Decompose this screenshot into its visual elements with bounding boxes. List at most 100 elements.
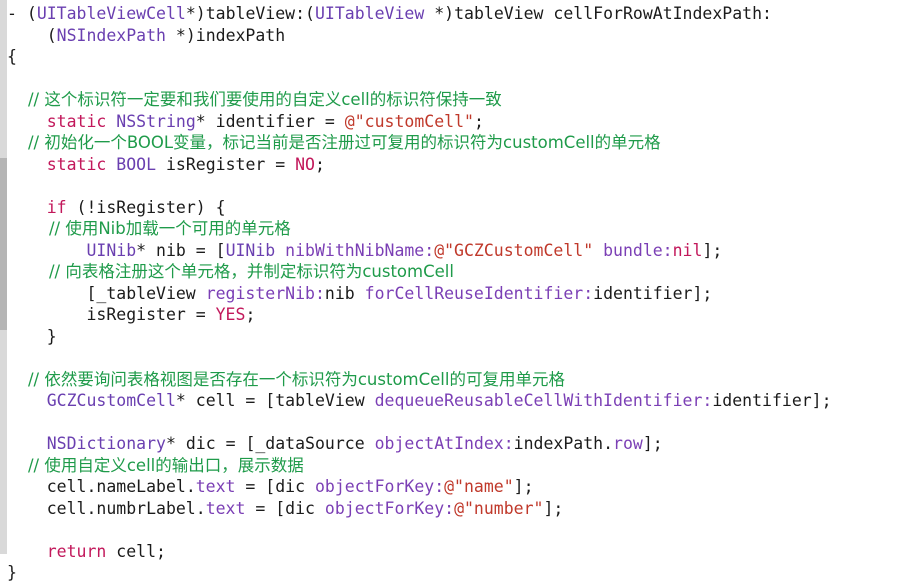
code-token-plain: [ — [7, 283, 97, 303]
code-token-selector: text — [195, 477, 236, 496]
code-token-plain: ]; — [543, 498, 564, 518]
code-token-string: @"customCell" — [344, 111, 474, 131]
code-line: if (!isRegister) { — [7, 197, 920, 219]
code-token-plain: ]; — [702, 240, 723, 260]
code-token-plain: ]; — [513, 477, 534, 496]
code-line: } — [7, 326, 920, 348]
code-text-area[interactable]: - (UITableViewCell*)tableView:(UITableVi… — [7, 0, 920, 582]
code-token-plain: indexPath — [195, 25, 286, 45]
code-token-selector: forCellReuseIdentifier: — [364, 283, 594, 303]
code-line: // 依然要询问表格视图是否存在一个标识符为customCell的可复用单元格 — [7, 369, 920, 391]
code-token-plain: tableView:( — [205, 4, 315, 23]
code-token-selector: objectForKey: — [324, 498, 455, 518]
code-line: UINib* nib = [UINib nibWithNibName:@"GCZ… — [7, 240, 920, 262]
code-line: return cell; — [7, 541, 920, 563]
code-token-plain: = [dic — [235, 477, 315, 496]
code-token-string: @"number" — [454, 498, 544, 518]
code-token-plain: cell. — [7, 477, 97, 496]
code-token-plain: identifier]; — [712, 391, 832, 410]
code-token-plain: ( — [7, 25, 57, 45]
code-token-string: @"name" — [444, 477, 514, 496]
code-line: static BOOL isRegister = NO; — [7, 154, 920, 176]
code-line: // 向表格注册这个单元格，并制定标识符为customCell — [7, 261, 920, 283]
code-line: // 使用自定义cell的输出口，展示数据 — [7, 455, 920, 477]
code-token-plain: isRegister = — [156, 154, 296, 174]
code-line: - (UITableViewCell*)tableView:(UITableVi… — [7, 3, 920, 25]
code-line: cell.nameLabel.text = [dic objectForKey:… — [7, 476, 920, 498]
code-token-plain: indexPath. — [513, 434, 614, 453]
code-line: // 这个标识符一定要和我们要使用的自定义cell的标识符保持一致 — [7, 89, 920, 111]
code-token-plain: * nib = [ — [136, 240, 226, 260]
code-token-plain: ; — [245, 305, 256, 324]
code-token-keyword: if — [46, 197, 67, 217]
code-token-plain: * dic = [ — [165, 434, 256, 453]
code-token-plain: (!isRegister) { — [66, 197, 226, 217]
code-token-plain: ; — [315, 154, 325, 174]
code-token-plain: - — [7, 4, 17, 23]
code-token-property: numbrLabel — [96, 498, 196, 518]
code-line: // 初始化一个BOOL变量，标记当前是否注册过可复用的标识符为customCe… — [7, 132, 920, 154]
code-token-comment: // 使用自定义cell的输出口，展示数据 — [7, 455, 304, 475]
code-line: // 使用Nib加载一个可用的单元格 — [7, 218, 920, 240]
code-line: static NSString* identifier = @"customCe… — [7, 111, 920, 133]
code-token-keyword: static — [46, 111, 107, 131]
code-token-plain: isRegister = — [7, 305, 216, 324]
code-token-property: _dataSource — [255, 434, 365, 453]
code-editor: - (UITableViewCell*)tableView:(UITableVi… — [0, 0, 920, 582]
code-line: cell.numbrLabel.text = [dic objectForKey… — [7, 498, 920, 520]
code-token-comment: // 初始化一个BOOL变量，标记当前是否注册过可复用的标识符为customCe… — [7, 133, 661, 152]
code-token-plain: ; — [473, 111, 484, 131]
code-token-plain: * identifier = — [195, 111, 345, 131]
code-token-class: UITableView — [314, 4, 425, 23]
code-token-keyword: nil — [672, 240, 703, 260]
code-line: GCZCustomCell* cell = [tableView dequeue… — [7, 390, 920, 412]
code-token-plain: { — [7, 47, 17, 66]
code-token-comment: // 使用Nib加载一个可用的单元格 — [7, 219, 291, 238]
code-line: isRegister = YES; — [7, 304, 920, 326]
code-token-plain: . — [195, 498, 206, 518]
code-token-class: NSIndexPath — [56, 25, 166, 45]
code-token-plain: = [dic — [245, 498, 325, 518]
code-token-plain: *) — [424, 4, 455, 23]
code-token-plain: } — [7, 326, 57, 346]
code-token-selector: registerNib: — [205, 283, 325, 303]
code-token-comment: // 这个标识符一定要和我们要使用的自定义cell的标识符保持一致 — [7, 90, 502, 109]
code-token-plain: ( — [16, 4, 37, 23]
code-token-plain: * cell = [tableView — [175, 391, 375, 410]
code-token-plain: nib — [324, 283, 365, 303]
vertical-scrollbar-track[interactable] — [0, 0, 7, 554]
code-token-plain: *) — [185, 4, 206, 23]
code-token-plain: ]; — [642, 434, 663, 453]
vertical-scrollbar-thumb[interactable] — [0, 158, 7, 330]
code-token-class: BOOL — [116, 154, 157, 174]
code-token-keyword: return — [46, 541, 107, 561]
code-token-selector: bundle: — [603, 240, 673, 260]
code-token-class: GCZCustomCell — [46, 391, 176, 410]
code-token-property: _tableView — [96, 283, 196, 303]
code-token-keyword: NO — [295, 154, 315, 174]
code-token-class: UINib — [225, 240, 276, 260]
code-token-selector: row — [613, 434, 643, 453]
code-token-plain: *) — [165, 25, 196, 45]
code-token-plain: cell; — [106, 541, 166, 561]
code-line: } — [7, 562, 920, 584]
code-token-class: NSDictionary — [46, 434, 166, 453]
code-token-keyword: YES — [215, 305, 246, 324]
code-token-selector: nibWithNibName: — [285, 240, 435, 260]
code-line: [_tableView registerNib:nib forCellReuse… — [7, 283, 920, 305]
code-token-selector: objectAtIndex: — [374, 434, 514, 453]
